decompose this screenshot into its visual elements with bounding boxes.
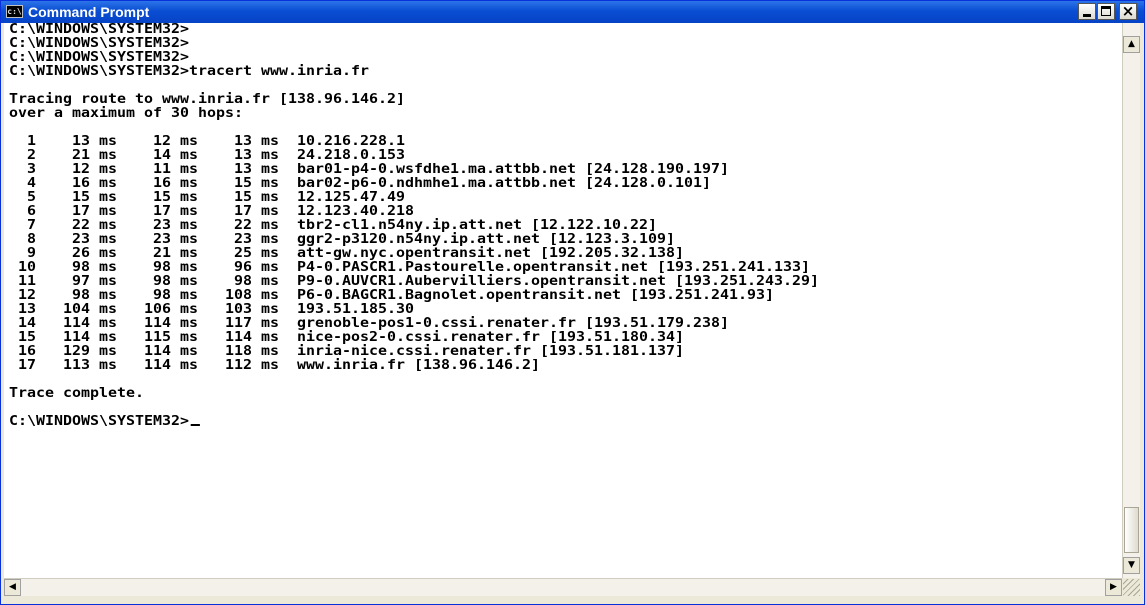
hop-row: 8 23 ms 23 ms 23 ms ggr2-p3120.n54ny.ip.…: [9, 232, 676, 247]
hop-row: 11 97 ms 98 ms 98 ms P9-0.AUVCR1.Aubervi…: [9, 274, 820, 289]
console-line: C:\WINDOWS\SYSTEM32>: [9, 50, 190, 65]
minimize-icon: [1083, 14, 1091, 17]
console-line: C:\WINDOWS\SYSTEM32>: [9, 36, 190, 51]
minimize-button[interactable]: [1078, 3, 1096, 20]
hop-row: 13 104 ms 106 ms 103 ms 193.51.185.30: [9, 302, 415, 317]
hop-row: 6 17 ms 17 ms 17 ms 12.123.40.218: [9, 204, 415, 219]
horizontal-scrollbar[interactable]: ◀ ▶: [4, 578, 1122, 596]
hop-row: 9 26 ms 21 ms 25 ms att-gw.nyc.opentrans…: [9, 246, 685, 261]
close-icon: ×: [1121, 2, 1135, 20]
hop-row: 3 12 ms 11 ms 13 ms bar01-p4-0.wsfdhe1.m…: [9, 162, 730, 177]
hop-row: 10 98 ms 98 ms 96 ms P4-0.PASCR1.Pastour…: [9, 260, 811, 275]
scroll-left-button[interactable]: ◀: [4, 579, 21, 596]
vertical-scrollbar[interactable]: ▲ ▼: [1122, 23, 1140, 578]
vertical-scroll-thumb[interactable]: [1124, 507, 1139, 553]
hop-row: 2 21 ms 14 ms 13 ms 24.218.0.153: [9, 148, 406, 163]
prompt-line[interactable]: C:\WINDOWS\SYSTEM32>: [9, 414, 200, 429]
scroll-right-button[interactable]: ▶: [1105, 579, 1122, 596]
text-cursor: [190, 424, 200, 426]
prompt-text: C:\WINDOWS\SYSTEM32>: [9, 414, 190, 429]
scroll-up-button[interactable]: ▲: [1123, 36, 1140, 53]
console-icon[interactable]: c:\: [6, 5, 23, 18]
hop-row: 15 114 ms 115 ms 114 ms nice-pos2-0.cssi…: [9, 330, 685, 345]
hop-row: 17 113 ms 114 ms 112 ms www.inria.fr [13…: [9, 358, 541, 373]
hop-row: 16 129 ms 114 ms 118 ms inria-nice.cssi.…: [9, 344, 685, 359]
hop-row: 12 98 ms 98 ms 108 ms P6-0.BAGCR1.Bagnol…: [9, 288, 775, 303]
maximize-icon: [1101, 6, 1111, 16]
window-title: Command Prompt: [28, 4, 150, 20]
hop-row: 4 16 ms 16 ms 15 ms bar02-p6-0.ndhmhe1.m…: [9, 176, 712, 191]
hop-row: 14 114 ms 114 ms 117 ms grenoble-pos1-0.…: [9, 316, 730, 331]
console-line: Tracing route to www.inria.fr [138.96.14…: [9, 92, 406, 107]
maximize-button[interactable]: [1097, 3, 1115, 20]
resize-grip[interactable]: [1123, 579, 1140, 596]
console-line: over a maximum of 30 hops:: [9, 106, 244, 121]
hop-row: 1 13 ms 12 ms 13 ms 10.216.228.1: [9, 134, 406, 149]
console-output[interactable]: C:\WINDOWS\SYSTEM32> C:\WINDOWS\SYSTEM32…: [4, 23, 1122, 578]
scroll-down-button[interactable]: ▼: [1123, 557, 1140, 574]
console-line: Trace complete.: [9, 386, 145, 401]
hop-row: 7 22 ms 23 ms 22 ms tbr2-cl1.n54ny.ip.at…: [9, 218, 658, 233]
hop-row: 5 15 ms 15 ms 15 ms 12.125.47.49: [9, 190, 406, 205]
close-button[interactable]: ×: [1119, 2, 1137, 20]
title-bar[interactable]: c:\ Command Prompt ×: [1, 1, 1144, 23]
console-line: C:\WINDOWS\SYSTEM32>tracert www.inria.fr: [9, 64, 370, 79]
console-line: C:\WINDOWS\SYSTEM32>: [9, 23, 190, 37]
command-prompt-window: c:\ Command Prompt × C:\WINDOWS\SYSTEM32…: [0, 0, 1145, 605]
